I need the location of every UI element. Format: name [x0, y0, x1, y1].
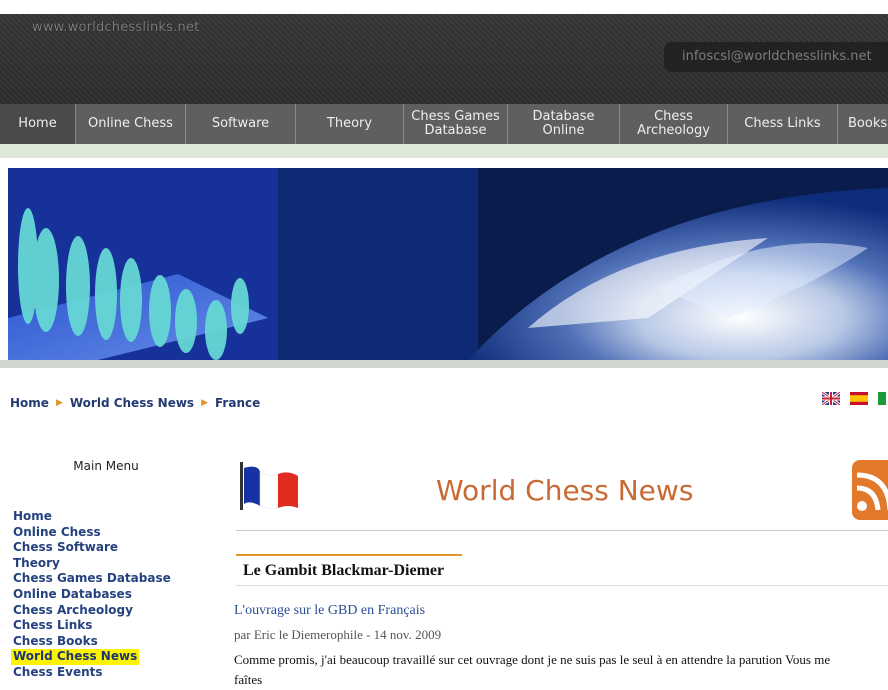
nav-label: Home: [18, 116, 57, 131]
rss-icon[interactable]: [852, 460, 888, 520]
article-meta: par Eric le Diemerophile - 14 nov. 2009: [234, 627, 442, 642]
nav-label: Theory: [326, 116, 373, 131]
france-flag-icon: [240, 462, 298, 510]
article-subtitle-link[interactable]: L'ouvrage sur le GBD en Français: [234, 603, 425, 619]
site-url[interactable]: www.worldchesslinks.net: [32, 20, 199, 35]
nav-label: Books: [848, 116, 888, 131]
nav-item-database-online[interactable]: Database Online: [508, 104, 620, 144]
title-divider: [236, 530, 888, 531]
menu-item-chess-games-database[interactable]: Chess Games Database: [13, 571, 171, 587]
nav-label: Chess Links: [744, 116, 821, 131]
language-flags: [822, 392, 886, 405]
menu-item-online-databases[interactable]: Online Databases: [13, 587, 171, 603]
breadcrumb: Home ▶ World Chess News ▶ France: [10, 396, 260, 410]
nav-item-home[interactable]: Home: [0, 104, 76, 144]
menu-item-home[interactable]: Home: [13, 509, 171, 525]
triangle-right-icon: ▶: [55, 398, 63, 408]
article-title: Le Gambit Blackmar-Diemer: [243, 562, 445, 579]
main-menu-title: Main Menu: [73, 459, 139, 473]
nav-item-chess-games-database[interactable]: Chess Games Database: [404, 104, 508, 144]
breadcrumb-home[interactable]: Home: [10, 396, 49, 410]
triangle-right-icon: ▶: [201, 398, 208, 408]
menu-item-chess-links[interactable]: Chess Links: [13, 618, 171, 634]
spain-flag-icon[interactable]: [850, 392, 868, 405]
header-top-border: [0, 0, 888, 14]
breadcrumb-world-chess-news[interactable]: World Chess News: [70, 396, 194, 410]
nav-label: Chess Games Database: [411, 109, 500, 138]
nav-label: Software: [211, 116, 270, 131]
menu-item-chess-books[interactable]: Chess Books: [13, 634, 171, 650]
nav-label: Database Online: [532, 109, 595, 138]
nav-label: Online Chess: [88, 116, 173, 131]
italy-flag-icon[interactable]: [878, 392, 886, 405]
menu-item-chess-archeology[interactable]: Chess Archeology: [13, 603, 171, 619]
nav-item-online-chess[interactable]: Online Chess: [76, 104, 186, 144]
page-title: World Chess News: [436, 474, 694, 507]
uk-flag-icon[interactable]: [822, 392, 840, 405]
main-nav: Home Online Chess Software Theory Chess …: [0, 104, 888, 144]
nav-item-software[interactable]: Software: [186, 104, 296, 144]
nav-divider-strip: [0, 144, 888, 158]
banner-image: [8, 168, 888, 360]
nav-item-chess-archeology[interactable]: Chess Archeology: [620, 104, 728, 144]
nav-item-chess-links[interactable]: Chess Links: [728, 104, 838, 144]
article-tab-line: [236, 554, 462, 556]
contact-email[interactable]: infoscsl@worldchesslinks.net: [664, 42, 888, 72]
breadcrumb-france[interactable]: France: [215, 396, 260, 410]
menu-item-chess-events[interactable]: Chess Events: [13, 665, 171, 681]
menu-item-theory[interactable]: Theory: [13, 556, 171, 572]
site-header: www.worldchesslinks.net infoscsl@worldch…: [0, 0, 888, 104]
banner-bottom-strip: [0, 360, 888, 368]
menu-item-world-chess-news[interactable]: World Chess News: [11, 649, 140, 665]
nav-item-theory[interactable]: Theory: [296, 104, 404, 144]
nav-item-books[interactable]: Books: [838, 104, 888, 144]
nav-label: Chess Archeology: [637, 109, 710, 138]
menu-item-online-chess[interactable]: Online Chess: [13, 525, 171, 541]
article-body: Comme promis, j'ai beaucoup travaillé su…: [234, 652, 831, 687]
chess-earth-illustration: [8, 168, 888, 360]
menu-item-chess-software[interactable]: Chess Software: [13, 540, 171, 556]
main-menu: Home Online Chess Chess Software Theory …: [11, 509, 171, 681]
article-divider: [236, 585, 888, 586]
